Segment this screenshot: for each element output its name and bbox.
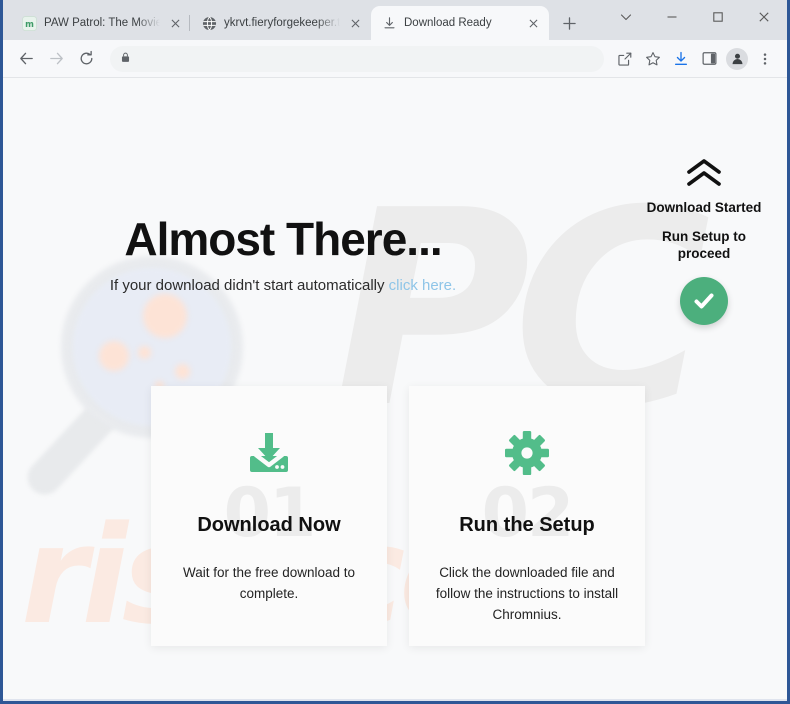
double-chevron-up-icon <box>636 158 772 188</box>
subline-text: If your download didn't start automatica… <box>109 277 389 294</box>
browser-tab-3[interactable]: Download Ready <box>371 6 549 40</box>
tab-title: Download Ready <box>404 17 492 29</box>
share-icon[interactable] <box>612 46 638 72</box>
close-icon[interactable] <box>741 0 787 34</box>
card-run-setup: 02 Run the Setup Click the downloaded fi… <box>409 386 645 646</box>
callout-line-2: Run Setup to proceed <box>662 229 746 261</box>
steps-cards: 01 Download Now Wait for the free downlo… <box>151 386 645 646</box>
germ-dot <box>99 341 129 371</box>
browser-tab-2[interactable]: ykrvt.fieryforgekeeper.top/play- <box>189 6 371 40</box>
window-controls <box>603 0 787 34</box>
card-title: Download Now <box>197 514 341 536</box>
tab-strip: m PAW Patrol: The Movie (2021) YIF ykrvt… <box>3 0 787 40</box>
tab-title: ykrvt.fieryforgekeeper.top/play- <box>224 17 340 29</box>
globe-icon <box>201 15 217 31</box>
callout-line-1: Download Started <box>646 200 762 215</box>
browser-window: m PAW Patrol: The Movie (2021) YIF ykrvt… <box>0 0 790 704</box>
downloads-icon[interactable] <box>668 46 694 72</box>
avatar <box>726 47 748 70</box>
magnifier-handle <box>20 390 128 502</box>
maximize-icon[interactable] <box>695 0 741 34</box>
germ-dot <box>143 294 187 338</box>
page-subline: If your download didn't start automatica… <box>3 277 563 294</box>
forward-arrow-icon[interactable] <box>42 45 70 73</box>
gear-icon <box>431 424 623 482</box>
download-box-icon <box>173 424 365 482</box>
check-circle-icon <box>680 276 728 325</box>
reload-icon[interactable] <box>72 45 100 73</box>
svg-text:m: m <box>25 18 34 28</box>
card-title: Run the Setup <box>459 514 595 536</box>
side-panel-icon[interactable] <box>696 46 722 72</box>
profile-avatar-icon[interactable] <box>724 46 750 72</box>
tab-close-icon[interactable] <box>525 15 541 31</box>
page-content: PC risk.com Almost There... If your down… <box>3 78 787 699</box>
page-headline: Almost There... <box>124 213 442 265</box>
tab-close-icon[interactable] <box>167 15 183 31</box>
three-dot-menu-icon[interactable] <box>752 46 778 72</box>
address-bar[interactable] <box>110 45 604 72</box>
minimize-icon[interactable] <box>649 0 695 34</box>
star-icon[interactable] <box>640 46 666 72</box>
card-download-now: 01 Download Now Wait for the free downlo… <box>151 386 387 646</box>
movie-favicon: m <box>21 15 37 31</box>
germ-dot <box>175 364 190 379</box>
browser-toolbar <box>3 40 787 78</box>
download-icon <box>381 15 397 31</box>
tab-close-icon[interactable] <box>347 15 363 31</box>
card-description: Click the downloaded file and follow the… <box>435 565 619 622</box>
download-started-callout: Download Started Run Setup to proceed <box>636 158 772 325</box>
new-tab-button[interactable] <box>555 9 583 37</box>
germ-dot <box>138 346 151 359</box>
lock-icon[interactable] <box>120 50 131 68</box>
back-arrow-icon[interactable] <box>12 45 40 73</box>
tab-title: PAW Patrol: The Movie (2021) YIF <box>44 17 160 29</box>
click-here-link[interactable]: click here. <box>389 277 457 294</box>
browser-tab-1[interactable]: m PAW Patrol: The Movie (2021) YIF <box>11 6 191 40</box>
tab-search-icon[interactable] <box>603 0 649 34</box>
card-description: Wait for the free download to complete. <box>182 565 356 601</box>
